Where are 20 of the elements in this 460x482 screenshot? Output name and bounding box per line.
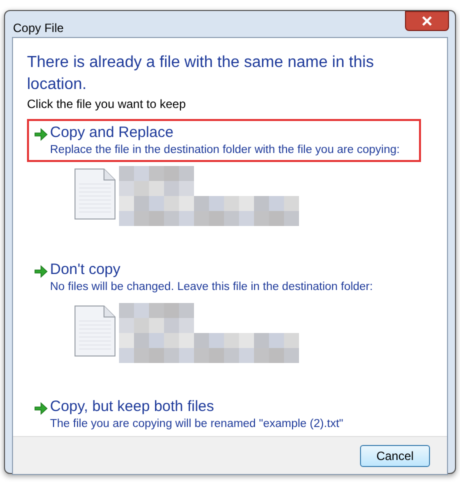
dialog-heading: There is already a file with the same name in this location.: [27, 53, 375, 95]
window-title: Copy File: [13, 20, 64, 37]
arrow-icon: [34, 265, 48, 278]
close-button[interactable]: [405, 11, 449, 31]
option-title: Don't copy: [50, 260, 122, 280]
arrow-icon: [34, 128, 48, 141]
option-description: Replace the file in the destination folder with the file you are copying:: [50, 143, 400, 158]
option-link[interactable]: Don't copy No files will be changed. Leave this file in the destination folder:: [27, 256, 421, 299]
document-icon: [74, 305, 116, 357]
option-description: The file you are copying will be renamed "example (2).txt": [50, 417, 344, 432]
arrow-icon: [34, 402, 48, 415]
option-link[interactable]: Copy and Replace Replace the file in the destination folder with the file you are copying:: [27, 119, 421, 162]
cancel-button[interactable]: Cancel: [360, 444, 430, 466]
option-link[interactable]: Copy, but keep both files The file you are copying will be renamed "example (2).txt": [27, 393, 421, 436]
option-description: No files will be changed. Leave this file in the destination folder:: [50, 280, 373, 295]
option-title: Copy and Replace: [50, 123, 174, 143]
document-icon: [74, 168, 116, 220]
instruction-text: Click the file you want to keep: [27, 96, 187, 112]
option-title: Copy, but keep both files: [50, 397, 215, 417]
close-icon: [422, 16, 432, 26]
